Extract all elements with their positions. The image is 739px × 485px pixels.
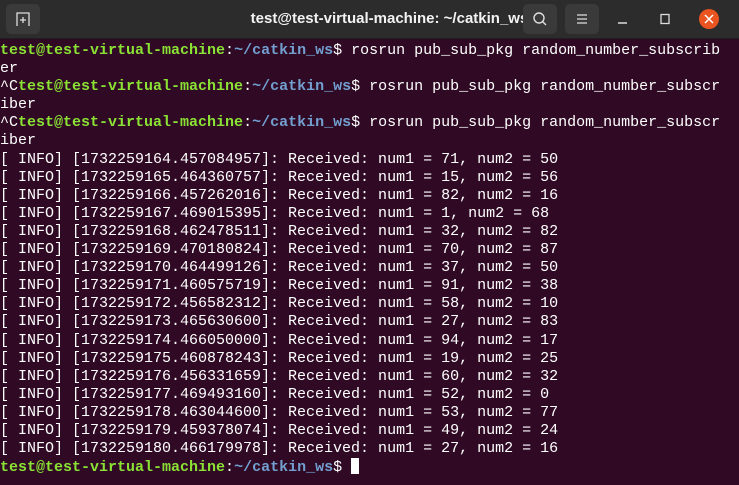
terminal-text: : <box>225 42 235 59</box>
terminal-line: [ INFO] [1732259171.460575719]: Received… <box>0 277 739 295</box>
terminal-text: [ INFO] [1732259168.462478511]: Received… <box>0 222 559 240</box>
terminal-line: [ INFO] [1732259164.457084957]: Received… <box>0 151 739 169</box>
current-prompt[interactable]: test@test-virtual-machine:~/catkin_ws$ <box>0 458 739 476</box>
terminal-text: [ INFO] [1732259175.460878243]: Received… <box>0 349 559 367</box>
terminal-text: [ INFO] [1732259172.456582312]: Received… <box>0 295 559 313</box>
terminal-line: [ INFO] [1732259176.456331659]: Received… <box>0 368 739 386</box>
search-button[interactable] <box>523 4 557 34</box>
terminal-line: [ INFO] [1732259180.466179978]: Received… <box>0 440 739 458</box>
terminal-line: [ INFO] [1732259179.459378074]: Received… <box>0 422 739 440</box>
terminal-line: [ INFO] [1732259178.463044600]: Received… <box>0 404 739 422</box>
terminal-text: [ INFO] [1732259178.463044600]: Received… <box>0 403 559 421</box>
terminal-line: [ INFO] [1732259167.469015395]: Received… <box>0 205 739 223</box>
terminal-text: er <box>0 60 19 78</box>
terminal-line: [ INFO] [1732259165.464360757]: Received… <box>0 169 739 187</box>
terminal-text: ^C <box>0 114 19 132</box>
prompt-path: ~/catkin_ws <box>234 42 334 59</box>
terminal-line: [ INFO] [1732259172.456582312]: Received… <box>0 295 739 313</box>
search-icon <box>533 12 547 26</box>
terminal-line: [ INFO] [1732259166.457262016]: Received… <box>0 187 739 205</box>
prompt-path: ~/catkin_ws <box>234 459 334 477</box>
terminal-line: [ INFO] [1732259177.469493160]: Received… <box>0 386 739 404</box>
terminal-text: [ INFO] [1732259166.457262016]: Received… <box>0 186 559 204</box>
maximize-icon <box>660 13 670 25</box>
terminal-text: [ INFO] [1732259179.459378074]: Received… <box>0 421 559 439</box>
terminal-text: : <box>243 114 253 132</box>
terminal-text: [ INFO] [1732259177.469493160]: Received… <box>0 385 550 403</box>
terminal-line: [ INFO] [1732259170.464499126]: Received… <box>0 259 739 277</box>
prompt-user-host: test@test-virtual-machine <box>18 114 244 132</box>
title-bar: test@test-virtual-machine: ~/catkin_ws <box>0 0 739 39</box>
prompt-user-host: test@test-virtual-machine <box>0 459 226 477</box>
prompt-separator: : <box>225 459 235 477</box>
close-icon <box>704 14 714 24</box>
terminal-line: test@test-virtual-machine:~/catkin_ws$ r… <box>0 42 739 60</box>
terminal-text: [ INFO] [1732259171.460575719]: Received… <box>0 277 559 295</box>
terminal-text: [ INFO] [1732259170.464499126]: Received… <box>0 259 559 277</box>
terminal-text: [ INFO] [1732259169.470180824]: Received… <box>0 241 559 259</box>
prompt-symbol: $ <box>333 459 352 477</box>
terminal-line: ^Ctest@test-virtual-machine:~/catkin_ws$… <box>0 114 739 132</box>
terminal-line: [ INFO] [1732259175.460878243]: Received… <box>0 350 739 368</box>
terminal-text: [ INFO] [1732259164.457084957]: Received… <box>0 150 559 168</box>
terminal-line: iber <box>0 96 739 114</box>
terminal-text: $ rosrun pub_sub_pkg random_number_subsc… <box>351 78 721 96</box>
terminal-text: [ INFO] [1732259176.456331659]: Received… <box>0 367 559 385</box>
terminal-text: ^C <box>0 78 19 96</box>
terminal-line: [ INFO] [1732259173.465630600]: Received… <box>0 313 739 331</box>
prompt-path: ~/catkin_ws <box>252 78 352 96</box>
terminal-text: $ rosrun pub_sub_pkg random_number_subsc… <box>333 42 721 59</box>
prompt-user-host: test@test-virtual-machine <box>0 42 226 59</box>
hamburger-menu-icon <box>577 14 587 24</box>
text-cursor <box>351 458 360 475</box>
close-button[interactable] <box>699 9 719 29</box>
prompt-user-host: test@test-virtual-machine <box>18 78 244 96</box>
prompt-path: ~/catkin_ws <box>252 114 352 132</box>
terminal-text: [ INFO] [1732259165.464360757]: Received… <box>0 168 559 186</box>
terminal-text: [ INFO] [1732259167.469015395]: Received… <box>0 204 550 222</box>
minimize-button[interactable] <box>613 9 633 29</box>
terminal-text: : <box>243 78 253 96</box>
terminal-line: [ INFO] [1732259174.466050000]: Received… <box>0 332 739 350</box>
terminal-line: er <box>0 60 739 78</box>
terminal-text: iber <box>0 132 37 150</box>
terminal-line: iber <box>0 132 739 150</box>
terminal-line: [ INFO] [1732259168.462478511]: Received… <box>0 223 739 241</box>
terminal-text: $ rosrun pub_sub_pkg random_number_subsc… <box>351 114 721 132</box>
terminal-line: ^Ctest@test-virtual-machine:~/catkin_ws$… <box>0 78 739 96</box>
terminal-text: [ INFO] [1732259174.466050000]: Received… <box>0 331 559 349</box>
terminal-text: [ INFO] [1732259180.466179978]: Received… <box>0 440 559 458</box>
terminal-output[interactable]: test@test-virtual-machine:~/catkin_ws$ r… <box>0 42 739 476</box>
menu-button[interactable] <box>565 4 599 34</box>
terminal-text: iber <box>0 96 37 114</box>
terminal-text: [ INFO] [1732259173.465630600]: Received… <box>0 313 559 331</box>
terminal-line: [ INFO] [1732259169.470180824]: Received… <box>0 241 739 259</box>
minimize-icon <box>618 22 627 24</box>
maximize-button[interactable] <box>655 9 675 29</box>
